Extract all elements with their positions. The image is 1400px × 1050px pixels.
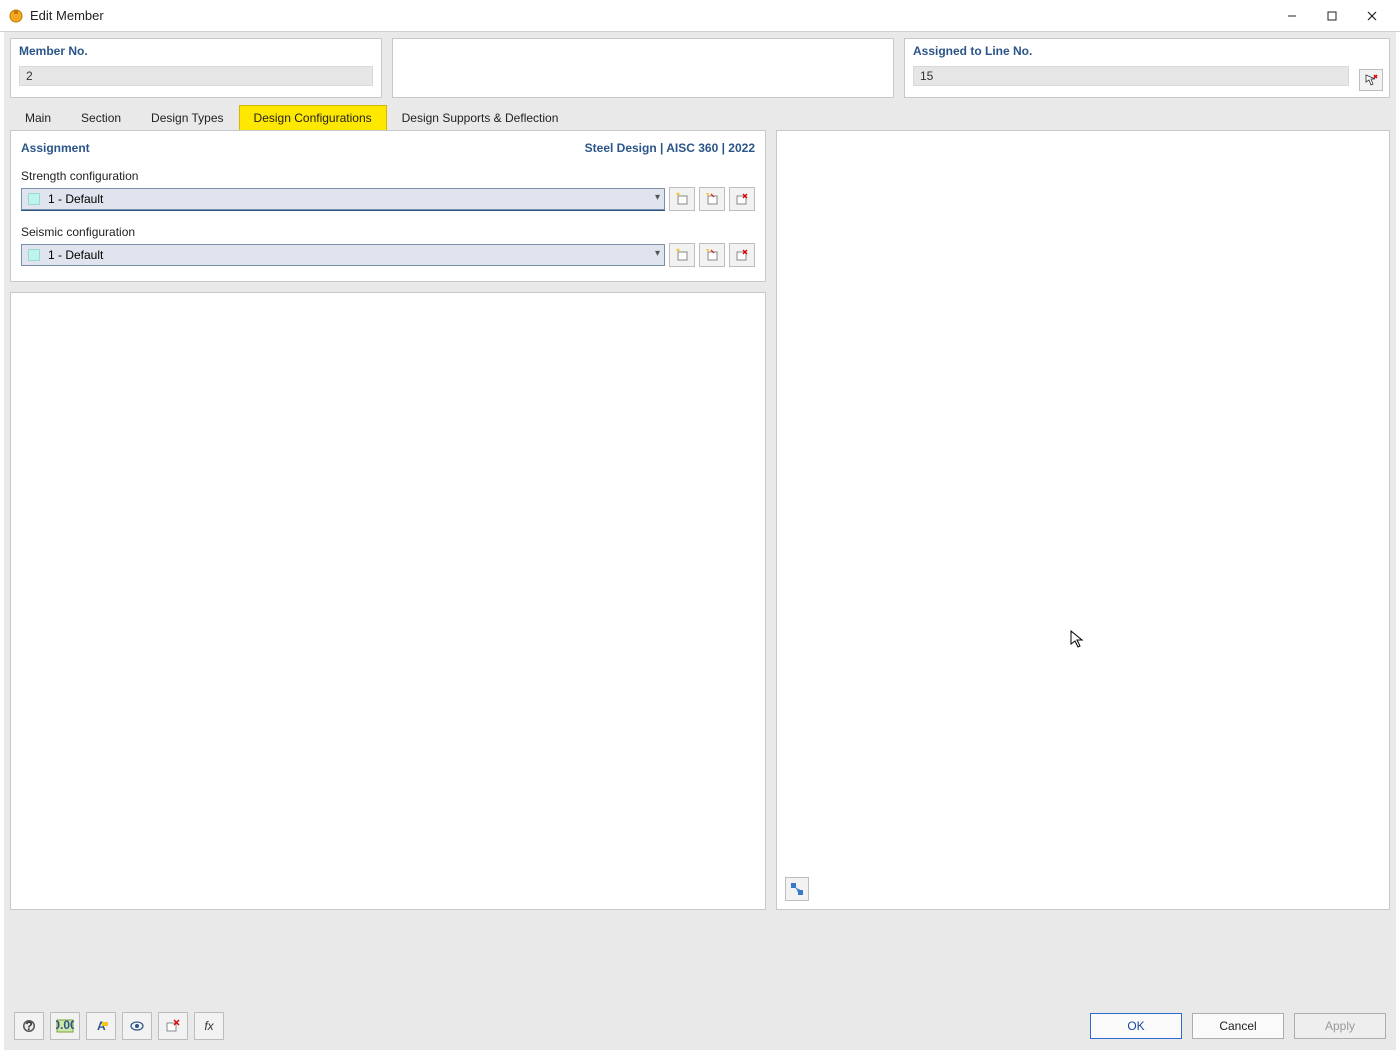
assignment-heading: Assignment xyxy=(21,141,90,155)
member-no-field[interactable]: 2 xyxy=(19,66,373,86)
tab-design-supports-deflection[interactable]: Design Supports & Deflection xyxy=(387,105,574,130)
strength-new-button[interactable] xyxy=(669,187,695,211)
assigned-line-field[interactable]: 15 xyxy=(913,66,1349,86)
minimize-button[interactable] xyxy=(1272,2,1312,30)
maximize-button[interactable] xyxy=(1312,2,1352,30)
chevron-down-icon: ▾ xyxy=(655,248,660,259)
strength-remove-button[interactable] xyxy=(729,187,755,211)
dialog-footer: ? 0.00 A fx OK Cancel Apply xyxy=(4,1002,1396,1050)
seismic-new-button[interactable] xyxy=(669,243,695,267)
color-swatch-icon xyxy=(28,193,40,205)
assigned-line-label: Assigned to Line No. xyxy=(905,39,1389,60)
middle-panel xyxy=(392,38,894,98)
text-settings-button[interactable]: A xyxy=(86,1012,116,1040)
strength-edit-button[interactable] xyxy=(699,187,725,211)
lower-left-panel xyxy=(10,292,766,910)
help-button[interactable]: ? xyxy=(14,1012,44,1040)
window-title: Edit Member xyxy=(30,8,1272,23)
design-code-label: Steel Design | AISC 360 | 2022 xyxy=(585,141,755,155)
ok-button[interactable]: OK xyxy=(1090,1013,1182,1039)
formula-button[interactable]: fx xyxy=(194,1012,224,1040)
tab-design-configurations[interactable]: Design Configurations xyxy=(239,105,387,130)
member-no-label: Member No. xyxy=(11,39,381,60)
tab-design-types[interactable]: Design Types xyxy=(136,105,239,130)
preview-panel xyxy=(776,130,1390,910)
tabs: Main Section Design Types Design Configu… xyxy=(10,104,1390,130)
strength-config-label: Strength configuration xyxy=(21,169,755,183)
assigned-line-panel: Assigned to Line No. 15 xyxy=(904,38,1390,98)
close-button[interactable] xyxy=(1352,2,1392,30)
delete-entry-button[interactable] xyxy=(158,1012,188,1040)
titlebar: Edit Member xyxy=(0,0,1400,32)
app-icon xyxy=(8,8,24,24)
svg-text:fx: fx xyxy=(204,1019,214,1033)
member-no-panel: Member No. 2 xyxy=(10,38,382,98)
chevron-down-icon: ▾ xyxy=(655,192,660,203)
tab-section[interactable]: Section xyxy=(66,105,136,130)
svg-text:?: ? xyxy=(25,1019,32,1033)
assignment-panel: Assignment Steel Design | AISC 360 | 202… xyxy=(10,130,766,282)
apply-button[interactable]: Apply xyxy=(1294,1013,1386,1039)
units-button[interactable]: 0.00 xyxy=(50,1012,80,1040)
seismic-remove-button[interactable] xyxy=(729,243,755,267)
seismic-config-select[interactable]: 1 - Default ▾ xyxy=(21,244,665,266)
seismic-config-label: Seismic configuration xyxy=(21,225,755,239)
seismic-edit-button[interactable] xyxy=(699,243,725,267)
view-hide-button[interactable] xyxy=(122,1012,152,1040)
cancel-button[interactable]: Cancel xyxy=(1192,1013,1284,1039)
svg-text:0.00: 0.00 xyxy=(56,1019,74,1032)
tab-main[interactable]: Main xyxy=(10,105,66,130)
pick-line-button[interactable] xyxy=(1359,69,1383,91)
color-swatch-icon xyxy=(28,249,40,261)
preview-expand-button[interactable] xyxy=(785,877,809,901)
strength-config-select[interactable]: 1 - Default ▾ xyxy=(21,188,665,210)
